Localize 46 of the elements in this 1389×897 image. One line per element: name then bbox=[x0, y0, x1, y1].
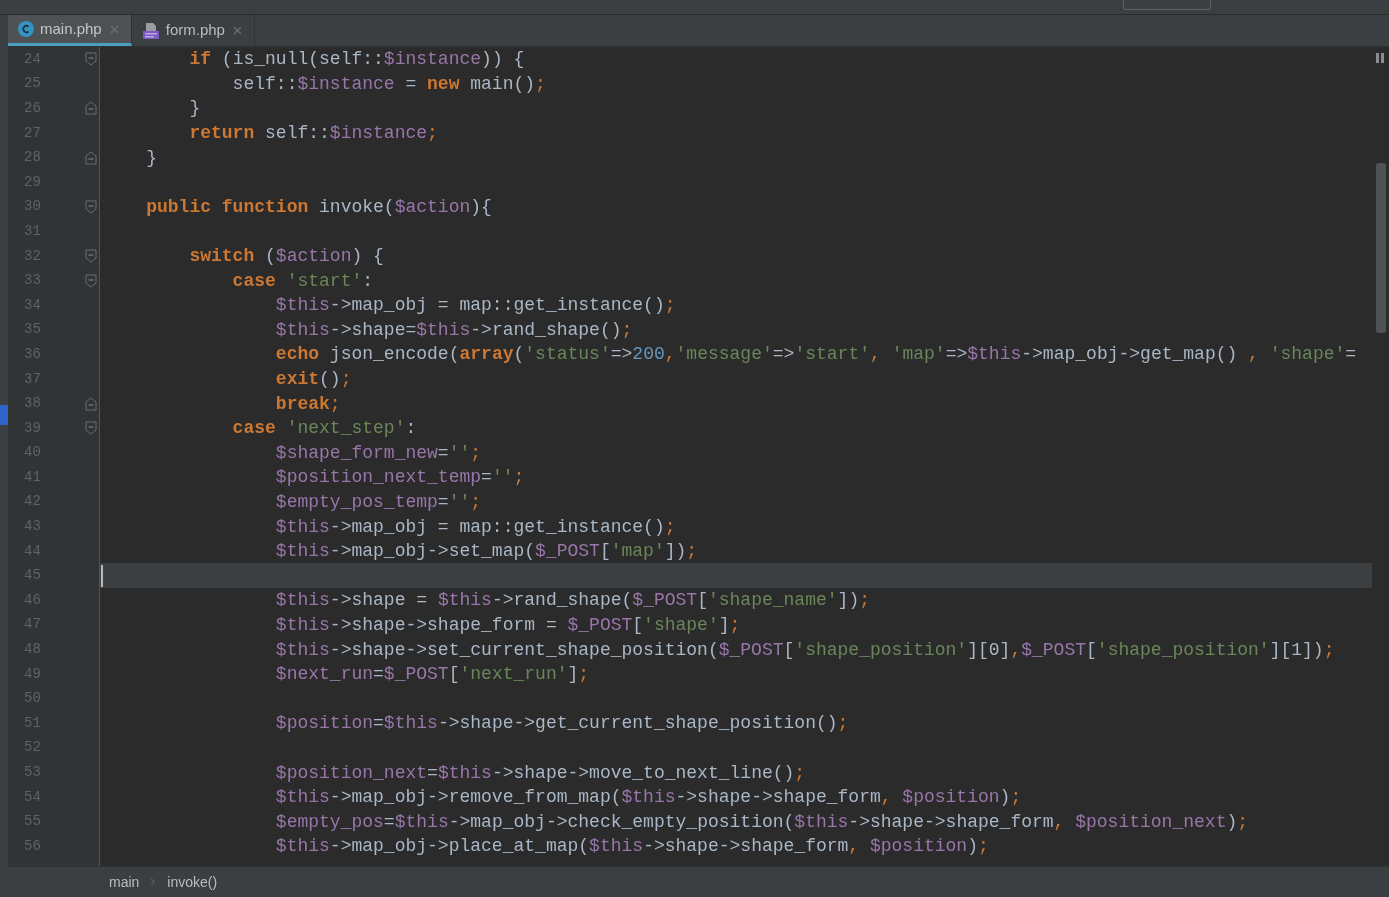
fold-marker-icon[interactable] bbox=[85, 101, 97, 116]
fold-marker-icon[interactable] bbox=[85, 273, 97, 288]
fold-marker-icon[interactable] bbox=[85, 396, 97, 411]
code-line: case 'start': bbox=[231, 269, 374, 293]
fold-marker-icon[interactable] bbox=[85, 52, 97, 67]
code-line: $position_next=$this->shape->move_to_next_line(); bbox=[274, 761, 806, 785]
code-line: $empty_pos_temp=''; bbox=[274, 491, 482, 514]
code-line: $this->shape = $this->rand_shape($_POST['shape_name']); bbox=[274, 589, 870, 613]
code-line: $this->shape->shape_form = $_POST['shape']; bbox=[274, 613, 741, 637]
fold-marker-icon[interactable] bbox=[85, 150, 97, 165]
fold-marker-icon[interactable] bbox=[85, 199, 97, 214]
code-line: switch ($action) { bbox=[188, 245, 384, 269]
code-line: echo json_encode(array('status'=>200,'message'=>'start', 'map'=>$this->map_obj->get_map() , 'shape'= bbox=[274, 343, 1357, 367]
code-line: } bbox=[145, 146, 157, 170]
code-line: $shape_form_new=''; bbox=[274, 441, 482, 465]
code-line: self::$instance = new main(); bbox=[231, 72, 546, 96]
code-line: return self::$instance; bbox=[188, 122, 438, 146]
toolbar-field[interactable] bbox=[1123, 0, 1211, 10]
editor-tab[interactable]: main.php bbox=[8, 15, 132, 46]
code-line: $position=$this->shape->get_current_shape_position(); bbox=[274, 712, 849, 736]
code-line: $this->map_obj = map::get_instance(); bbox=[274, 515, 676, 539]
code-line: $this->shape->set_current_shape_position($_POST['shape_position'][0],$_POST['shape_position'][1]); bbox=[274, 638, 1335, 662]
code-line: exit(); bbox=[274, 368, 352, 391]
code-line: $this->map_obj->place_at_map($this->shape->shape_form, $position); bbox=[274, 835, 989, 859]
fold-marker-icon[interactable] bbox=[85, 421, 97, 436]
tab-label: main.php bbox=[40, 18, 102, 39]
pause-icon bbox=[1376, 53, 1385, 63]
scrollbar-thumb[interactable] bbox=[1375, 163, 1386, 333]
code-line: $this->map_obj->remove_from_map($this->shape->shape_form, $position); bbox=[274, 786, 1022, 810]
code-line: if (is_null(self::$instance)) { bbox=[188, 48, 525, 72]
code-line: $this->shape=$this->rand_shape(); bbox=[274, 318, 633, 342]
class-icon bbox=[18, 21, 34, 37]
code-line: break; bbox=[274, 392, 341, 416]
fold-marker-icon[interactable] bbox=[85, 249, 97, 264]
tab-label: form.php bbox=[165, 20, 225, 41]
breadcrumb[interactable]: invoke() bbox=[167, 871, 218, 893]
code-line: $position_next_temp=''; bbox=[274, 466, 525, 490]
php-file-icon bbox=[141, 21, 160, 40]
code-line: public function invoke($action){ bbox=[145, 195, 492, 219]
code-line: $next_run=$_POST['next_run']; bbox=[274, 663, 590, 687]
code-line: $this->map_obj->set_map($_POST['map']); bbox=[274, 540, 698, 564]
code-line: $empty_pos=$this->map_obj->check_empty_position($this->shape->shape_form, $position_next); bbox=[274, 810, 1249, 834]
code-line: case 'next_step': bbox=[231, 417, 417, 441]
code-line: } bbox=[188, 97, 201, 121]
code-line: $this->map_obj = map::get_instance(); bbox=[274, 294, 676, 318]
breadcrumb[interactable]: main bbox=[109, 871, 140, 893]
